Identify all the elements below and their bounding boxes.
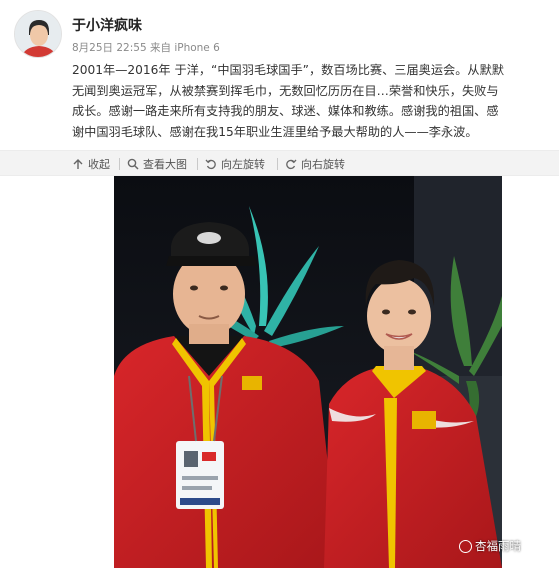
watermark-icon — [459, 539, 472, 553]
view-large-label: 查看大图 — [143, 158, 187, 171]
toolbar-divider — [119, 158, 120, 170]
collapse-arrow-icon — [72, 158, 84, 170]
rotate-left-icon — [205, 158, 217, 170]
view-large-button[interactable]: 查看大图 — [127, 156, 187, 172]
watermark-text: 杏福雨晴 — [475, 539, 521, 553]
post-body-line: 谢中国羽毛球队、感谢在我15年职业生涯里给予最大帮助的人——李永波。 — [72, 124, 478, 139]
collapse-label: 收起 — [88, 158, 110, 171]
rotate-left-button[interactable]: 向左旋转 — [205, 156, 265, 172]
rotate-right-icon — [285, 158, 297, 170]
source-prefix: 来自 — [149, 42, 171, 54]
image-toolbar: 收起 查看大图 向左旋转 向右旋转 — [0, 150, 559, 176]
search-icon — [127, 158, 139, 170]
post-meta: 8月25日 22:55 来自 iPhone 6 — [72, 40, 220, 55]
post-photo[interactable] — [114, 176, 502, 568]
avatar[interactable] — [14, 10, 62, 58]
post-body-line: 2001年—2016年 于洋，“中国羽毛球国手”，数百场比赛、三届奥运会。从默默 — [72, 63, 504, 77]
collapse-button[interactable]: 收起 — [72, 156, 110, 172]
flag-patch — [242, 376, 262, 390]
toolbar-divider — [197, 158, 198, 170]
post-source[interactable]: iPhone 6 — [174, 42, 219, 54]
rotate-right-label: 向右旋转 — [301, 158, 345, 171]
username[interactable]: 于小洋疯味 — [72, 15, 142, 35]
toolbar-divider — [277, 158, 278, 170]
flag-patch — [412, 411, 436, 429]
post-date[interactable]: 8月25日 22:55 — [72, 42, 147, 54]
rotate-left-label: 向左旋转 — [221, 158, 265, 171]
post-body: 2001年—2016年 于洋，“中国羽毛球国手”，数百场比赛、三届奥运会。从默默… — [72, 60, 548, 142]
watermark: 杏福雨晴 — [459, 538, 521, 554]
rotate-right-button[interactable]: 向右旋转 — [285, 156, 345, 172]
post-header: 于小洋疯味 8月25日 22:55 来自 iPhone 6 — [14, 10, 545, 60]
post-body-line: 成长。感谢一路走来所有支持我的朋友、球迷、媒体和教练。感谢我的祖国、感 — [72, 104, 499, 118]
post-body-line: 无闻到奥运冠军，从被禁赛到挥毛巾，无数回忆历历在目…荣誉和快乐，失败与 — [72, 83, 499, 98]
